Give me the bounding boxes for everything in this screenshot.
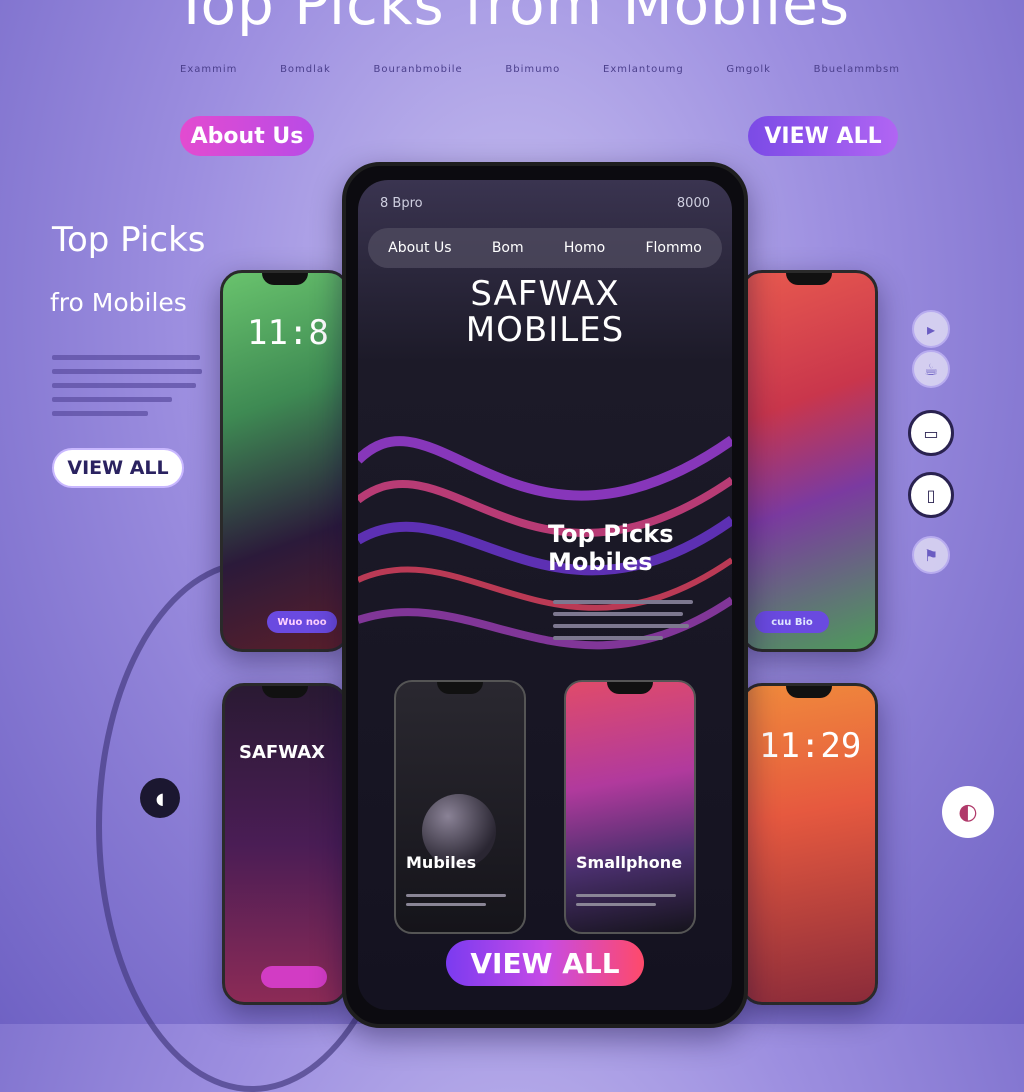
card-label: Smallphone — [576, 853, 683, 872]
view-all-top-button[interactable]: VIEW ALL — [748, 116, 898, 156]
status-left: 8 Bpro — [380, 196, 423, 211]
side-phone-button[interactable]: cuu Bio — [755, 611, 829, 633]
main-phone-screen: 8 Bpro 8000 About Us Bom Homo Flommo SAF… — [358, 180, 732, 1010]
left-placeholder-text — [52, 355, 202, 425]
top-nav-item[interactable]: Bbimumo — [505, 64, 560, 75]
side-phone-pill[interactable] — [261, 966, 327, 988]
product-card-mobiles[interactable]: Mubiles — [394, 680, 526, 934]
top-nav-item[interactable]: Gmgolk — [726, 64, 771, 75]
play-icon[interactable]: ▸ — [912, 310, 950, 348]
brand-line1: SAFWAX — [470, 274, 620, 314]
top-nav-item[interactable]: Exammim — [180, 64, 237, 75]
lock-clock: 11:8 — [247, 313, 329, 353]
top-nav: Exammim Bomdlak Bouranbmobile Bbimumo Ex… — [180, 64, 900, 75]
brand-line2: MOBILES — [465, 310, 625, 350]
play-icon: ◖ — [155, 788, 165, 808]
page-title: Top Picks from Mobiles — [173, 0, 851, 38]
side-phone-right-top[interactable]: cuu Bio — [740, 270, 878, 652]
phone-notch — [607, 682, 653, 694]
brand-logo-text: SAFWAX MOBILES — [358, 276, 732, 348]
card-placeholder-text — [576, 894, 676, 912]
about-us-button[interactable]: About Us — [180, 116, 314, 156]
top-nav-item[interactable]: Exmlantoumg — [603, 64, 684, 75]
phone-notch — [786, 686, 832, 698]
side-phone-right-bottom[interactable]: 11:29 — [740, 683, 878, 1005]
main-phone[interactable]: 8 Bpro 8000 About Us Bom Homo Flommo SAF… — [342, 162, 748, 1028]
card-placeholder-text — [406, 894, 506, 912]
play-button[interactable]: ◖ — [140, 778, 180, 818]
inner-nav-item[interactable]: Homo — [564, 240, 605, 256]
flag-icon[interactable]: ⚑ — [912, 536, 950, 574]
inner-heading-line2: Mobiles — [548, 548, 653, 576]
side-phone-left-bottom[interactable]: SAFWAX — [222, 683, 348, 1005]
moon-icon[interactable]: ◐ — [942, 786, 994, 838]
inner-placeholder-text — [553, 600, 693, 648]
phone-notch — [262, 686, 308, 698]
phone-icon[interactable]: ▯ — [908, 472, 954, 518]
status-right: 8000 — [676, 196, 710, 211]
top-nav-item[interactable]: Bomdlak — [280, 64, 331, 75]
inner-nav-item[interactable]: Bom — [492, 240, 524, 256]
phone-notch — [262, 273, 308, 285]
side-phone-button[interactable]: Wuo noo — [267, 611, 337, 633]
side-phone-left-top[interactable]: 11:8 Wuo noo — [220, 270, 350, 652]
cup-icon[interactable]: ☕ — [912, 350, 950, 388]
side-phone-brand: SAFWAX — [239, 742, 326, 763]
phone-notch — [786, 273, 832, 285]
phone-notch — [437, 682, 483, 694]
product-card-smartphone[interactable]: Smallphone — [564, 680, 696, 934]
inner-nav: About Us Bom Homo Flommo — [368, 228, 722, 268]
left-subheading: fro Mobiles — [50, 288, 187, 317]
view-all-main-button[interactable]: VIEW ALL — [446, 940, 644, 986]
left-heading: Top Picks — [52, 220, 206, 260]
battery-icon[interactable]: ▭ — [908, 410, 954, 456]
lock-clock: 11:29 — [759, 726, 862, 766]
top-nav-item[interactable]: Bbuelammbsm — [814, 64, 900, 75]
inner-heading: Top Picks Mobiles — [548, 520, 674, 576]
status-bar: 8 Bpro 8000 — [380, 196, 710, 211]
inner-nav-item[interactable]: Flommo — [645, 240, 701, 256]
card-label: Mubiles — [406, 853, 477, 872]
view-all-left-button[interactable]: VIEW ALL — [52, 448, 184, 488]
inner-heading-line1: Top Picks — [548, 520, 674, 548]
top-nav-item[interactable]: Bouranbmobile — [374, 64, 463, 75]
inner-nav-about[interactable]: About Us — [388, 240, 451, 256]
